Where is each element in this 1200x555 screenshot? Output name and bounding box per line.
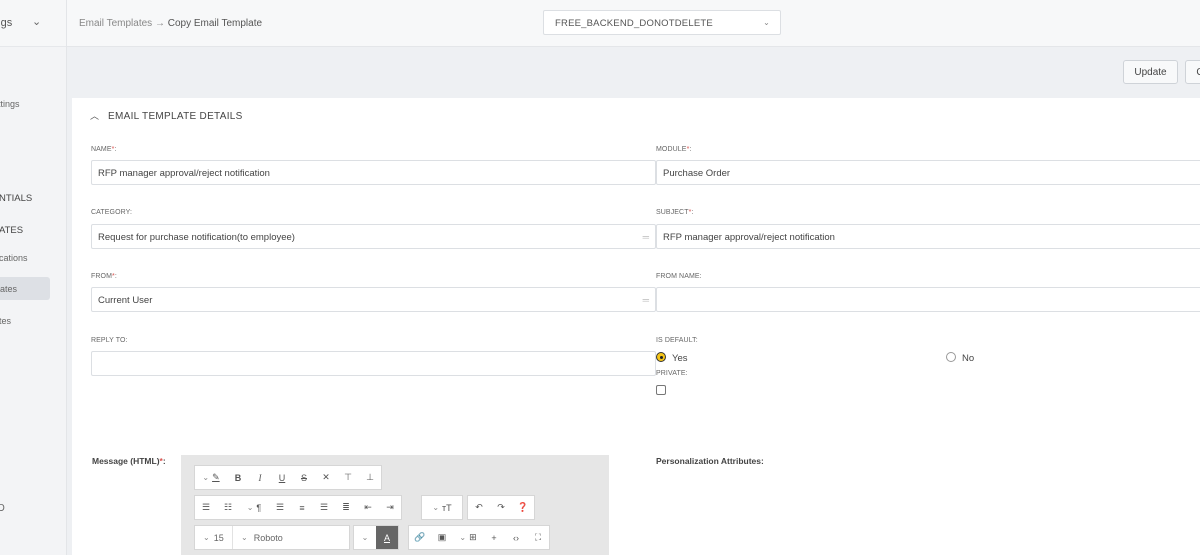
toolbar-group-paragraph: ☰ ☷ ⌄ ¶ ☰ ≡ ☰ ≣ ⇤ ⇥ xyxy=(194,495,402,520)
is-default-no-radio[interactable]: No xyxy=(946,352,974,364)
top-header: Email Templates → Copy Email Template FR… xyxy=(67,0,1200,47)
numbered-list-icon[interactable]: ☷ xyxy=(217,496,239,519)
code-view-icon[interactable]: ‹› xyxy=(505,526,527,549)
align-left-icon[interactable]: ☰ xyxy=(269,496,291,519)
strikethrough-button[interactable]: S xyxy=(293,466,315,489)
message-html-label: Message (HTML)*: xyxy=(92,456,166,466)
breadcrumb-current: Copy Email Template xyxy=(167,18,263,29)
sidebar-item-credentials[interactable]: NTIALS xyxy=(0,193,32,204)
module-field[interactable]: Purchase Order xyxy=(656,160,1200,185)
chevron-up-icon: ︿ xyxy=(90,111,100,121)
table-icon[interactable]: ⌄ ⊞ xyxy=(453,526,483,549)
breadcrumb-separator: → xyxy=(154,18,165,29)
from-label: FROM*: xyxy=(91,273,117,280)
private-label: PRIVATE: xyxy=(656,370,688,377)
sidebar-item-bottom[interactable]: O xyxy=(0,503,5,514)
font-size-select[interactable]: ⌄ 15 xyxy=(195,526,233,549)
update-button[interactable]: Update xyxy=(1123,60,1178,84)
line-height-button[interactable]: ⌄ ᴛT xyxy=(422,496,462,519)
highlight-color-button[interactable]: ⌄ ✎ xyxy=(195,466,227,489)
subscript-button[interactable]: ⊥ xyxy=(359,466,381,489)
email-template-details-card: ︿ EMAIL TEMPLATE DETAILS NAME*: RFP manag… xyxy=(72,98,1200,555)
align-center-icon[interactable]: ≡ xyxy=(291,496,313,519)
subject-input[interactable]: RFP manager approval/reject notification xyxy=(656,224,1200,249)
select-handle-icon: ═ xyxy=(642,295,649,305)
sidebar-item-settings[interactable]: ttings xyxy=(0,99,20,109)
section-title: EMAIL TEMPLATE DETAILS xyxy=(108,111,243,122)
org-select[interactable]: FREE_BACKEND_DONOTDELETE ⌄ xyxy=(543,10,781,35)
subject-label: SUBJECT*: xyxy=(656,209,694,216)
underline-button[interactable]: U xyxy=(271,466,293,489)
bold-button[interactable]: B xyxy=(227,466,249,489)
toolbar-group-history: ↶ ↷ ❓ xyxy=(467,495,535,520)
font-color-dropdown[interactable]: ⌄ xyxy=(354,526,376,549)
from-select[interactable]: Current User ═ xyxy=(91,287,656,312)
category-label: CATEGORY: xyxy=(91,209,133,216)
sidebar-item-email-templates[interactable]: ates xyxy=(0,277,50,300)
superscript-button[interactable]: ⊤ xyxy=(337,466,359,489)
breadcrumb: Email Templates → Copy Email Template xyxy=(79,18,262,29)
font-color-icon[interactable]: A xyxy=(376,526,398,549)
name-label: NAME*: xyxy=(91,146,117,153)
toolbar-group-insert: 🔗 ▣ ⌄ ⊞ + ‹› ⛶ xyxy=(408,525,550,550)
personalization-attributes-label: Personalization Attributes: xyxy=(656,456,764,466)
from-name-label: FROM NAME: xyxy=(656,273,702,280)
toolbar-group-format: ⌄ ✎ B I U S ✕ ⊤ ⊥ xyxy=(194,465,382,490)
breadcrumb-email-templates[interactable]: Email Templates xyxy=(79,18,152,29)
chevron-down-icon: ⌄ xyxy=(763,18,770,27)
indent-icon[interactable]: ⇥ xyxy=(379,496,401,519)
category-select[interactable]: Request for purchase notification(to emp… xyxy=(91,224,656,249)
is-default-label: IS DEFAULT: xyxy=(656,337,698,344)
html-editor: ⌄ ✎ B I U S ✕ ⊤ ⊥ ☰ ☷ ⌄ ¶ ☰ ≡ ☰ ≣ ⇤ ⇥ ⌄ ᴛT … xyxy=(181,455,609,555)
select-handle-icon: ═ xyxy=(642,232,649,242)
sidebar-item-templates[interactable]: ATES xyxy=(0,225,23,236)
private-checkbox[interactable] xyxy=(656,385,666,395)
toolbar-group-color: ⌄ A xyxy=(353,525,399,550)
fullscreen-icon[interactable]: ⛶ xyxy=(527,526,549,549)
font-family-select[interactable]: ⌄ Roboto xyxy=(233,526,349,549)
align-right-icon[interactable]: ☰ xyxy=(313,496,335,519)
italic-button[interactable]: I xyxy=(249,466,271,489)
reply-to-input[interactable] xyxy=(91,351,656,376)
radio-selected-icon xyxy=(656,352,666,362)
link-icon[interactable]: 🔗 xyxy=(409,526,431,549)
sidebar: ttings ⌄ ttings NTIALS ATES cations ates… xyxy=(0,0,67,555)
paragraph-format-button[interactable]: ⌄ ¶ xyxy=(239,496,269,519)
insert-plus-icon[interactable]: + xyxy=(483,526,505,549)
sidebar-item-other-templates[interactable]: tes xyxy=(0,316,11,326)
undo-icon[interactable]: ↶ xyxy=(468,496,490,519)
help-icon[interactable]: ❓ xyxy=(512,496,534,519)
redo-icon[interactable]: ↷ xyxy=(490,496,512,519)
cancel-button[interactable]: C xyxy=(1185,60,1200,84)
is-default-yes-radio[interactable]: Yes xyxy=(656,352,688,364)
settings-menu-toggle[interactable]: ttings ⌄ xyxy=(0,0,66,47)
from-name-input[interactable] xyxy=(656,287,1200,312)
chevron-down-icon: ⌄ xyxy=(32,16,42,28)
reply-to-label: REPLY TO: xyxy=(91,337,128,344)
toolbar-group-lineheight: ⌄ ᴛT xyxy=(421,495,463,520)
image-icon[interactable]: ▣ xyxy=(431,526,453,549)
radio-unselected-icon xyxy=(946,352,956,362)
section-header[interactable]: ︿ EMAIL TEMPLATE DETAILS xyxy=(90,109,243,122)
toolbar-group-font: ⌄ 15 ⌄ Roboto xyxy=(194,525,350,550)
org-select-value: FREE_BACKEND_DONOTDELETE xyxy=(555,18,713,29)
module-label: MODULE*: xyxy=(656,146,692,153)
settings-menu-label: ttings xyxy=(0,17,13,29)
clear-format-icon[interactable]: ✕ xyxy=(315,466,337,489)
outdent-icon[interactable]: ⇤ xyxy=(357,496,379,519)
bullet-list-icon[interactable]: ☰ xyxy=(195,496,217,519)
sidebar-item-notifications[interactable]: cations xyxy=(0,253,28,263)
name-input[interactable]: RFP manager approval/reject notification xyxy=(91,160,656,185)
align-justify-icon[interactable]: ≣ xyxy=(335,496,357,519)
